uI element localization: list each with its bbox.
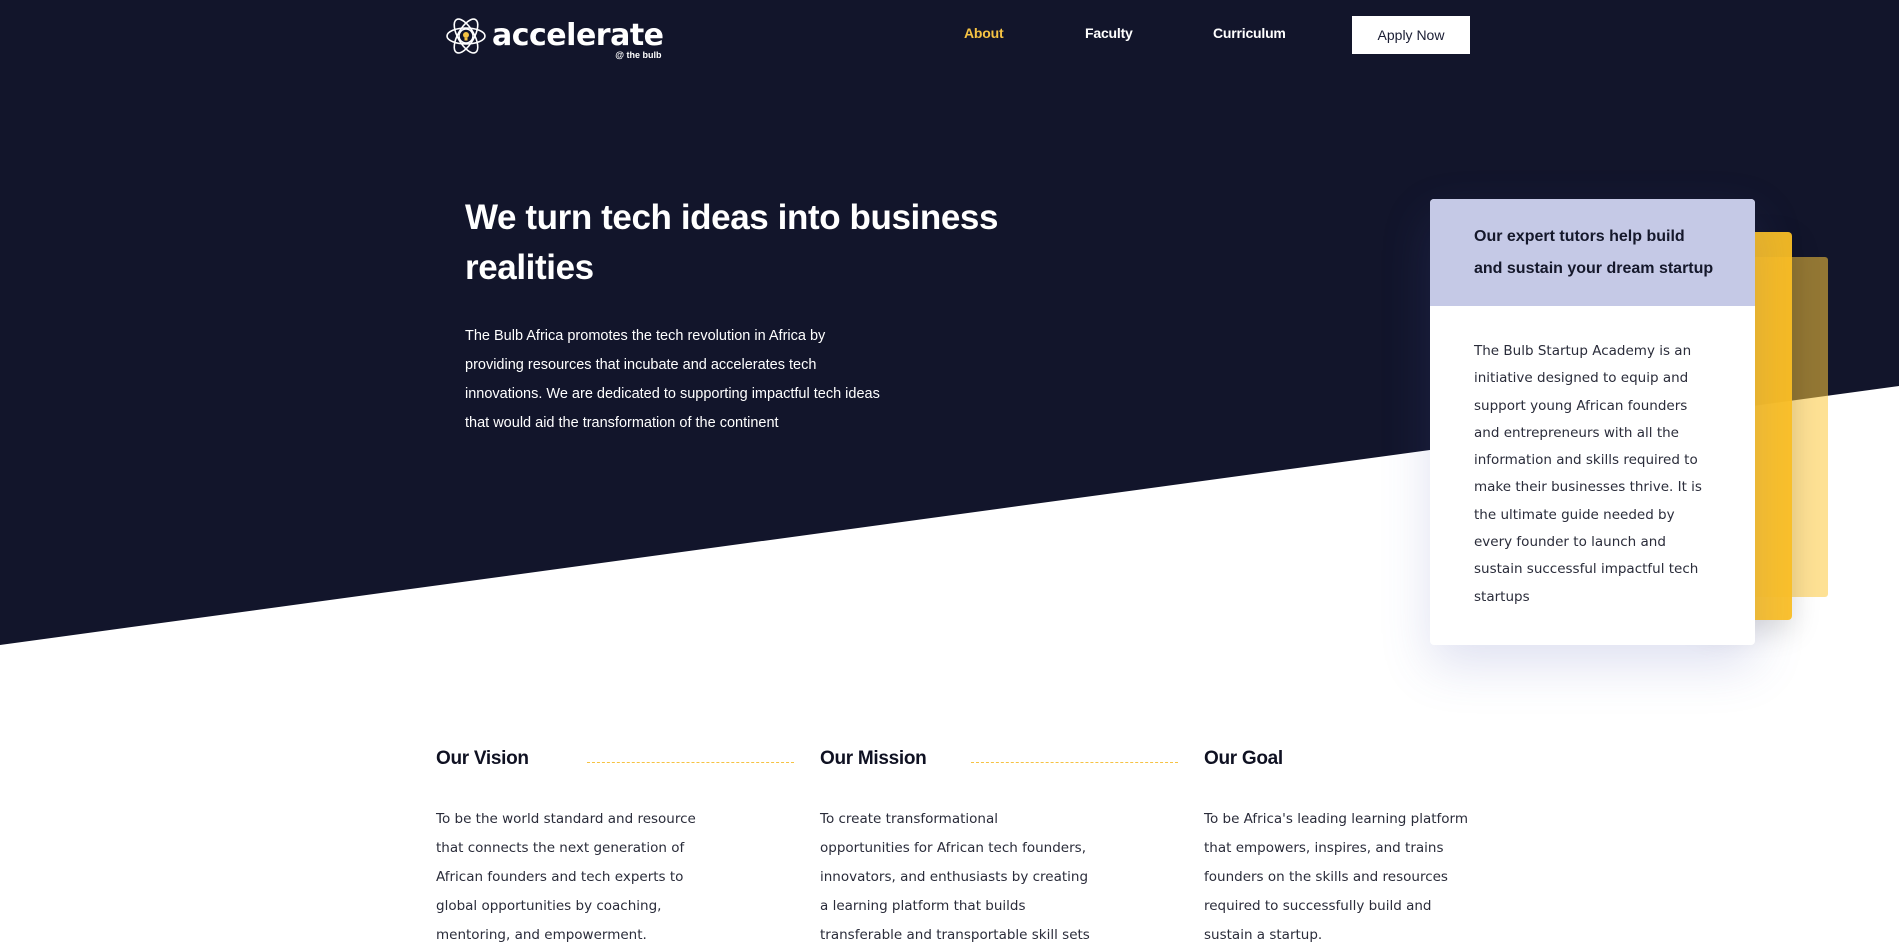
mission-text-line: To create transformational <box>820 811 998 827</box>
card-heading-line: and sustain your dream startup <box>1474 260 1714 277</box>
vision-title: Our Vision <box>436 748 529 769</box>
goal-text-line: required to successfully build and <box>1204 898 1432 914</box>
card-body: The Bulb Startup Academy is an initiativ… <box>1430 306 1755 611</box>
card-body-line: initiative designed to equip and <box>1474 370 1689 387</box>
card-body-line: the ultimate guide needed by <box>1474 506 1675 523</box>
apply-now-button[interactable]: Apply Now <box>1352 16 1470 54</box>
card-heading: Our expert tutors help build and sustain… <box>1430 199 1755 306</box>
site-logo[interactable]: accelerate @ the bulb <box>444 14 664 60</box>
atom-bulb-icon <box>446 18 486 54</box>
hero-description-line: that would aid the transformation of the… <box>465 415 779 431</box>
mission-text-line: innovators, and enthusiasts by creating <box>820 869 1089 885</box>
vision-text: To be the world standard and resource th… <box>436 805 696 949</box>
card-body-line: make their businesses thrive. It is <box>1474 479 1702 496</box>
nav-link-faculty[interactable]: Faculty <box>1085 25 1133 41</box>
mission-divider <box>971 762 1178 763</box>
top-navigation: accelerate @ the bulb About Faculty Curr… <box>0 0 1899 70</box>
card-body-line: support young African founders <box>1474 397 1688 414</box>
academy-info-card: Our expert tutors help build and sustain… <box>1430 199 1755 645</box>
mission-section: Our Mission To create transformational o… <box>820 748 1178 943</box>
mission-text-line: a learning platform that builds <box>820 898 1026 914</box>
goal-text: To be Africa's leading learning platform… <box>1204 805 1468 949</box>
card-body-line: sustain successful impactful tech <box>1474 561 1699 578</box>
nav-link-curriculum[interactable]: Curriculum <box>1213 25 1286 41</box>
vision-text-line: global opportunities by coaching, <box>436 898 662 914</box>
mission-text: To create transformational opportunities… <box>820 805 1090 949</box>
goal-section: Our Goal To be Africa's leading learning… <box>1204 748 1468 943</box>
hero-title-line: realities <box>465 248 594 287</box>
vision-text-line: mentoring, and empowerment. <box>436 927 647 943</box>
hero-description: The Bulb Africa promotes the tech revolu… <box>465 322 925 438</box>
goal-text-line: To be Africa's leading learning platform <box>1204 811 1469 827</box>
goal-text-line: that empowers, inspires, and trains <box>1204 840 1444 856</box>
hero-description-line: innovations. We are dedicated to support… <box>465 386 880 402</box>
goal-text-line: founders on the skills and resources <box>1204 869 1448 885</box>
vision-section: Our Vision To be the world standard and … <box>436 748 794 943</box>
vision-text-line: African founders and tech experts to <box>436 869 684 885</box>
card-body-line: The Bulb Startup Academy is an <box>1474 343 1692 359</box>
vision-text-line: that connects the next generation of <box>436 840 685 856</box>
nav-link-about[interactable]: About <box>964 25 1004 41</box>
mission-text-line: transferable and transportable skill set… <box>820 927 1090 943</box>
card-body-line: information and skills required to <box>1474 452 1698 469</box>
hero-title: We turn tech ideas into business realiti… <box>465 193 1025 293</box>
mission-text-line: opportunities for African tech founders, <box>820 840 1086 856</box>
hero-description-line: providing resources that incubate and ac… <box>465 357 817 373</box>
goal-text-line: sustain a startup. <box>1204 927 1323 943</box>
vision-divider <box>587 762 794 763</box>
card-body-line: and entrepreneurs with all the <box>1474 424 1679 441</box>
card-body-line: every founder to launch and <box>1474 534 1666 551</box>
logo-subtitle: @ the bulb <box>615 50 662 60</box>
vision-text-line: To be the world standard and resource <box>436 811 696 827</box>
hero-title-line: We turn tech ideas into business <box>465 198 999 237</box>
goal-title: Our Goal <box>1204 748 1283 769</box>
hero-description-line: The Bulb Africa promotes the tech revolu… <box>465 328 826 344</box>
card-body-line: startups <box>1474 588 1530 605</box>
card-heading-line: Our expert tutors help build <box>1474 228 1685 245</box>
mission-title: Our Mission <box>820 748 927 769</box>
logo-wordmark: accelerate <box>492 18 664 53</box>
